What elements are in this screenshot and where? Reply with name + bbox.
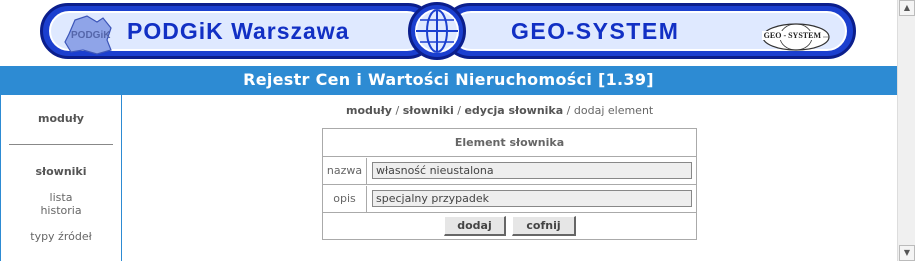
page: PODGiK PODGiK Warszawa GEO-SYSTEM GEO - … [0,0,897,261]
breadcrumb-edycja-slownika[interactable]: edycja słownika [464,104,563,117]
nazwa-input[interactable] [372,162,692,179]
add-button[interactable]: dodaj [444,216,506,236]
sidebar-divider [9,144,113,145]
form-row-nazwa: nazwa [323,158,696,185]
sidebar-modules-link[interactable]: moduły [1,112,121,125]
geo-system-text: GEO-SYSTEM [511,17,680,44]
sidebar-item-lista[interactable]: lista [1,191,121,204]
app-title: Rejestr Cen i Wartości Nieruchomości [1.… [243,70,654,89]
breadcrumb-separator: / [563,104,574,117]
scroll-up-icon[interactable]: ▲ [899,0,915,16]
podgik-logo-text: PODGiK [71,30,111,41]
nazwa-label: nazwa [323,158,367,184]
sidebar-item-historia[interactable]: historia [1,204,121,217]
opis-input[interactable] [372,190,692,207]
dictionary-element-form: Element słownika nazwa opis dodaj cofnij [322,128,697,240]
sidebar-section-slowniki[interactable]: słowniki [1,165,121,178]
back-button[interactable]: cofnij [512,216,576,236]
podgik-warszawa-text: PODGiK Warszawa [127,17,350,44]
scroll-down-icon[interactable]: ▼ [899,245,915,261]
breadcrumb: moduły / słowniki / edycja słownika / do… [346,104,653,117]
breadcrumb-separator: / [453,104,465,117]
globe-icon [408,2,466,60]
breadcrumb-current: dodaj element [573,104,654,117]
podgik-banner: PODGiK PODGiK Warszawa [40,3,436,59]
header-banner: PODGiK PODGiK Warszawa GEO-SYSTEM GEO - … [0,0,897,66]
vertical-scrollbar[interactable]: ▲ ▼ [897,0,915,261]
breadcrumb-separator: / [391,104,403,117]
app-title-bar: Rejestr Cen i Wartości Nieruchomości [1.… [0,66,897,95]
geo-system-stamp-text: GEO - SYSTEM [761,31,823,40]
geo-system-banner: GEO-SYSTEM GEO - SYSTEM [442,3,856,59]
breadcrumb-slowniki[interactable]: słowniki [403,104,454,117]
sidebar: moduły słowniki lista historia typy źród… [0,95,122,261]
breadcrumb-moduly[interactable]: moduły [346,104,392,117]
form-row-opis: opis [323,186,696,213]
form-title: Element słownika [323,129,696,157]
opis-label: opis [323,186,367,212]
sidebar-item-typy-zrodel[interactable]: typy źródeł [1,230,121,243]
